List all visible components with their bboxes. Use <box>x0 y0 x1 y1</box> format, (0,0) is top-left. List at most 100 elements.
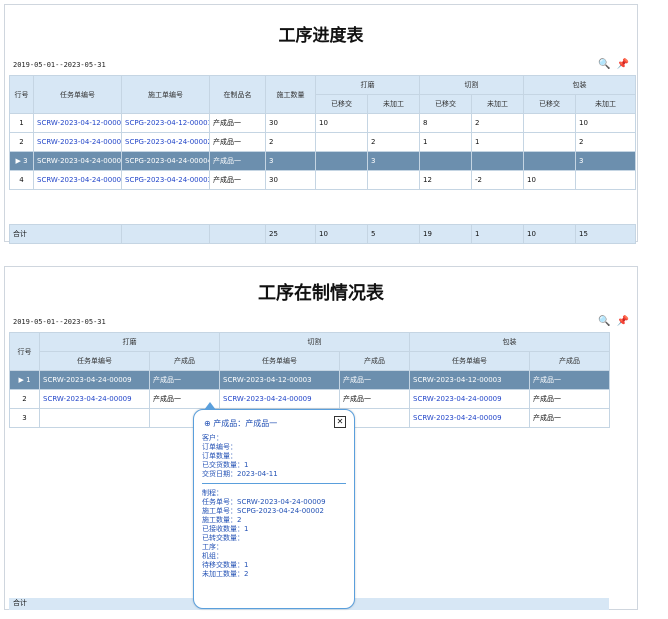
col-sub: 已移交 <box>523 94 576 114</box>
product-cell: 产成品一 <box>209 151 266 171</box>
row-no: 2 <box>9 132 34 152</box>
table-row-selected[interactable]: ▶ 3 SCRW-2023-04-24-00009 SCPG-2023-04-2… <box>9 151 636 171</box>
col-sub: 任务单编号 <box>409 351 530 371</box>
date-range: 2019-05-01--2023-05-31 <box>13 318 106 326</box>
table-row[interactable]: 4 SCRW-2023-04-24-00009 SCPG-2023-04-24-… <box>9 170 636 190</box>
qty-cell: 30 <box>265 113 316 133</box>
task-no-link[interactable]: SCRW-2023-04-24-00009 <box>219 389 340 409</box>
toolbar: 🔍 📌 <box>592 59 629 70</box>
qty-cell: 2 <box>265 132 316 152</box>
col-sub: 未加工 <box>367 94 420 114</box>
sum-value: 15 <box>575 224 636 244</box>
col-sub: 已移交 <box>315 94 368 114</box>
work-no-link[interactable]: SCPG-2023-04-24-00003 <box>121 170 210 190</box>
popup-header: ⊕ 产成品：产成品一 <box>204 418 277 429</box>
value-cell: 1 <box>419 132 472 152</box>
table-row[interactable]: 1 SCRW-2023-04-12-00003 SCPG-2023-04-12-… <box>9 113 636 133</box>
popup-line: 客户： <box>202 434 223 442</box>
empty-space <box>9 189 636 225</box>
row-no: ▶ 3 <box>9 151 34 171</box>
popup-line: 已交货数量：1 <box>202 461 249 469</box>
value-cell <box>523 113 576 133</box>
product-cell[interactable]: 产成品一 <box>529 389 610 409</box>
value-cell: 2 <box>471 113 524 133</box>
pin-icon[interactable]: 📌 <box>617 316 629 327</box>
value-cell: -2 <box>471 170 524 190</box>
value-cell <box>315 170 368 190</box>
value-cell <box>367 170 420 190</box>
table-row-selected[interactable]: ▶ 1 SCRW-2023-04-24-00009 产成品一 SCRW-2023… <box>9 370 610 390</box>
col-task-no: 任务单编号 <box>33 75 122 114</box>
row-no: 3 <box>9 408 40 428</box>
row-pointer-icon: ▶ <box>15 157 21 165</box>
col-group-polish: 打磨 <box>39 332 220 352</box>
table-row[interactable]: 2 SCRW-2023-04-24-00009 产成品一 SCRW-2023-0… <box>9 389 610 409</box>
task-no-link[interactable]: SCRW-2023-04-24-00009 <box>409 389 530 409</box>
sum-blank <box>209 224 266 244</box>
value-cell: 10 <box>315 113 368 133</box>
task-no-link[interactable]: SCRW-2023-04-24-00009 <box>33 151 122 171</box>
product-cell: 产成品一 <box>209 132 266 152</box>
value-cell <box>575 170 636 190</box>
value-cell: 3 <box>575 151 636 171</box>
col-group-cut: 切割 <box>219 332 410 352</box>
value-cell: 1 <box>471 132 524 152</box>
product-cell[interactable]: 产成品一 <box>339 370 410 390</box>
col-group-pack: 包装 <box>523 75 636 95</box>
value-cell: 10 <box>575 113 636 133</box>
popup-line: 已转交数量： <box>202 534 244 542</box>
sum-value: 10 <box>523 224 576 244</box>
value-cell <box>367 113 420 133</box>
task-no-link[interactable]: SCRW-2023-04-24-00009 <box>33 132 122 152</box>
value-cell <box>419 151 472 171</box>
col-product: 在制品名 <box>209 75 266 114</box>
task-no-link[interactable]: SCRW-2023-04-24-00009 <box>409 408 530 428</box>
popup-line: 机组： <box>202 552 223 560</box>
col-group-cut: 切割 <box>419 75 524 95</box>
value-cell <box>523 132 576 152</box>
task-no-link[interactable]: SCRW-2023-04-12-00003 <box>409 370 530 390</box>
value-cell: 3 <box>367 151 420 171</box>
task-no-link[interactable]: SCRW-2023-04-24-00009 <box>39 370 150 390</box>
value-cell <box>315 151 368 171</box>
sum-qty: 25 <box>265 224 316 244</box>
work-no-link[interactable]: SCPG-2023-04-12-00001 <box>121 113 210 133</box>
popup-line: 订单编号： <box>202 443 237 451</box>
pin-icon[interactable]: 📌 <box>617 59 629 70</box>
date-range: 2019-05-01--2023-05-31 <box>13 61 106 69</box>
sum-value: 5 <box>367 224 420 244</box>
work-no-link[interactable]: SCPG-2023-04-24-00004 <box>121 151 210 171</box>
product-cell[interactable]: 产成品一 <box>339 389 410 409</box>
sum-value: 1 <box>471 224 524 244</box>
row-no-value: 3 <box>23 157 28 165</box>
col-group-pack: 包装 <box>409 332 610 352</box>
value-cell: 8 <box>419 113 472 133</box>
row-no: 1 <box>9 113 34 133</box>
task-no-link[interactable] <box>39 408 150 428</box>
popup-arrow <box>204 402 216 410</box>
product-cell[interactable]: 产成品一 <box>529 408 610 428</box>
search-icon[interactable]: 🔍 <box>598 59 610 70</box>
task-no-link[interactable]: SCRW-2023-04-12-00003 <box>33 113 122 133</box>
close-icon[interactable]: ✕ <box>334 416 346 428</box>
work-no-link[interactable]: SCPG-2023-04-24-00002 <box>121 132 210 152</box>
info-icon: ⊕ <box>204 419 211 428</box>
search-icon[interactable]: 🔍 <box>598 316 610 327</box>
task-no-link[interactable]: SCRW-2023-04-12-00003 <box>219 370 340 390</box>
popup-line: 施工单号：SCPG-2023-04-24-00002 <box>202 507 324 515</box>
product-cell[interactable]: 产成品一 <box>529 370 610 390</box>
process-progress-panel: 工序进度表 2019-05-01--2023-05-31 🔍 📌 行号 任务单编号… <box>4 4 638 244</box>
popup-title: 产成品：产成品一 <box>213 419 278 428</box>
task-no-link[interactable]: SCRW-2023-04-24-00009 <box>33 170 122 190</box>
product-cell[interactable]: 产成品一 <box>149 370 220 390</box>
popup-line: 施工数量：2 <box>202 516 242 524</box>
toolbar: 🔍 📌 <box>592 316 629 327</box>
col-sub: 产成品 <box>149 351 220 371</box>
value-cell <box>523 151 576 171</box>
col-sub: 未加工 <box>575 94 636 114</box>
col-sub: 任务单编号 <box>219 351 340 371</box>
value-cell: 12 <box>419 170 472 190</box>
col-qty: 施工数量 <box>265 75 316 114</box>
task-no-link[interactable]: SCRW-2023-04-24-00009 <box>39 389 150 409</box>
table-row[interactable]: 2 SCRW-2023-04-24-00009 SCPG-2023-04-24-… <box>9 132 636 152</box>
